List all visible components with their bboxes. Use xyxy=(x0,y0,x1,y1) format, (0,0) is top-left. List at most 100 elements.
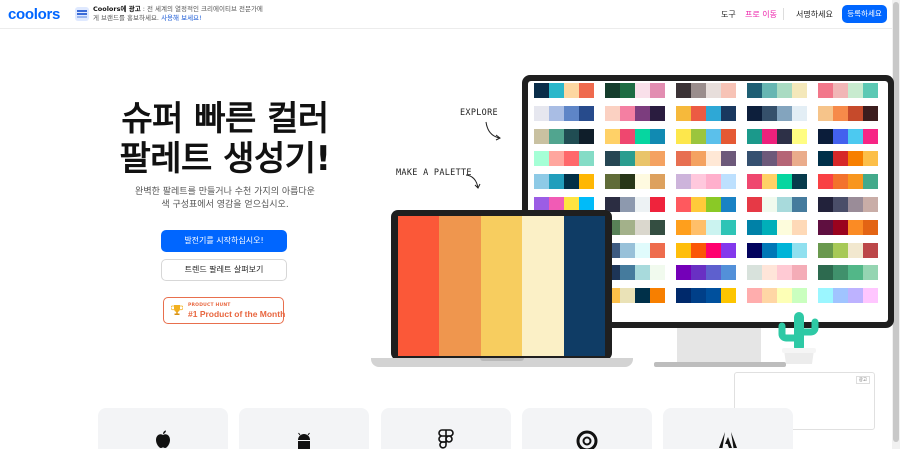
signup-button[interactable]: 등록하세요 xyxy=(842,5,887,23)
palette-swatch xyxy=(818,197,833,212)
palette-swatch xyxy=(848,105,863,121)
palette-swatch xyxy=(747,265,762,281)
explore-palette-item xyxy=(818,265,878,281)
palette-swatch xyxy=(691,174,706,190)
explore-trending-button[interactable]: 트렌드 팔레트 살펴보기 xyxy=(161,259,287,281)
palette-swatch xyxy=(620,83,635,98)
explore-palette-item xyxy=(676,242,736,258)
laptop-palette xyxy=(398,216,606,356)
trophy-icon xyxy=(171,305,183,315)
ad-brand-icon xyxy=(75,7,89,21)
palette-swatch xyxy=(691,83,706,98)
palette-swatch xyxy=(676,242,691,258)
product-hunt-badge[interactable]: PRODUCT HUNT #1 Product of the Month xyxy=(163,297,285,324)
palette-swatch xyxy=(762,83,777,98)
nav-tools-menu[interactable]: 도구 xyxy=(721,9,736,20)
palette-swatch xyxy=(777,265,792,281)
palette-swatch xyxy=(534,105,549,121)
hero-title-line-1: 슈퍼 빠른 컬러 xyxy=(121,99,329,139)
palette-swatch xyxy=(676,151,691,167)
palette-swatch xyxy=(635,151,650,167)
palette-swatch xyxy=(818,288,833,304)
palette-swatch xyxy=(706,128,721,144)
palette-swatch xyxy=(620,197,635,212)
figma-plugin-card[interactable] xyxy=(381,408,511,449)
explore-palette-item xyxy=(818,151,878,167)
apple-app-card[interactable] xyxy=(98,408,228,449)
palette-swatch xyxy=(579,151,594,167)
palette-swatch xyxy=(691,197,706,212)
login-link[interactable]: 서명하세요 xyxy=(796,9,833,20)
explore-palette-item xyxy=(747,219,807,235)
palette-swatch xyxy=(721,128,736,144)
badge-caption: PRODUCT HUNT xyxy=(188,303,231,308)
palette-swatch xyxy=(564,174,579,190)
palette-swatch xyxy=(792,265,807,281)
palette-swatch xyxy=(863,174,878,190)
palette-swatch xyxy=(706,151,721,167)
palette-swatch xyxy=(691,151,706,167)
palette-swatch xyxy=(650,288,665,304)
palette-swatch xyxy=(848,265,863,281)
palette-swatch xyxy=(792,105,807,121)
palette-swatch xyxy=(676,128,691,144)
explore-palette-item xyxy=(605,83,665,98)
palette-swatch xyxy=(833,128,848,144)
palette-swatch xyxy=(676,105,691,121)
monitor-stand-base xyxy=(654,362,786,367)
palette-swatch xyxy=(635,128,650,144)
palette-swatch xyxy=(549,174,564,190)
apple-icon xyxy=(156,430,170,448)
palette-swatch xyxy=(706,83,721,98)
explore-palette-item xyxy=(818,288,878,304)
palette-swatch xyxy=(650,265,665,281)
palette-swatch xyxy=(605,128,620,144)
explore-palette-item xyxy=(534,83,594,98)
hero-title-line-2: 팔레트 생성기! xyxy=(119,139,331,179)
palette-swatch xyxy=(534,83,549,98)
palette-swatch xyxy=(721,265,736,281)
palette-swatch xyxy=(863,105,878,121)
palette-swatch xyxy=(833,105,848,121)
palette-swatch xyxy=(762,197,777,212)
palette-swatch xyxy=(762,174,777,190)
laptop-swatch-1 xyxy=(398,216,440,356)
explore-palette-item xyxy=(676,219,736,235)
palette-swatch xyxy=(818,151,833,167)
palette-swatch xyxy=(848,288,863,304)
nav-pro-link[interactable]: 프로 이동 xyxy=(745,9,777,20)
palette-swatch xyxy=(605,174,620,190)
explore-palette-item xyxy=(534,151,594,167)
ad-link[interactable]: 사용해 보세요! xyxy=(161,14,202,22)
explore-palette-item xyxy=(605,242,665,258)
palette-swatch xyxy=(706,174,721,190)
explore-palette-item xyxy=(818,197,878,212)
ad-label: 광고 xyxy=(855,376,870,384)
hero-subtitle-line-2: 색 구성표에서 영감을 얻으십시오. xyxy=(161,200,289,210)
top-navbar: coolors Coolors에 광고 : 전 세계의 열정적인 크리에이티브 … xyxy=(0,0,892,29)
explore-palette-item xyxy=(605,265,665,281)
explore-palette-item xyxy=(747,242,807,258)
explore-palette-item xyxy=(676,288,736,304)
explore-palette-item xyxy=(818,242,878,258)
palette-swatch xyxy=(792,288,807,304)
android-app-card[interactable] xyxy=(239,408,369,449)
palette-swatch xyxy=(620,105,635,121)
palette-swatch xyxy=(747,83,762,98)
explore-palette-item xyxy=(605,151,665,167)
chrome-extension-card[interactable] xyxy=(522,408,652,449)
coolors-logo[interactable]: coolors xyxy=(8,6,60,23)
palette-swatch xyxy=(833,242,848,258)
palette-swatch xyxy=(579,83,594,98)
palette-swatch xyxy=(676,219,691,235)
start-generator-button[interactable]: 발전기를 시작하십시오! xyxy=(161,230,287,252)
adobe-extension-card[interactable] xyxy=(663,408,793,449)
explore-palette-item xyxy=(676,174,736,190)
make-palette-doodle-label: MAKE A PALETTE xyxy=(396,168,472,178)
android-icon xyxy=(298,432,310,449)
palette-swatch xyxy=(792,83,807,98)
palette-swatch xyxy=(691,105,706,121)
palette-swatch xyxy=(564,151,579,167)
palette-swatch xyxy=(777,105,792,121)
palette-swatch xyxy=(605,105,620,121)
